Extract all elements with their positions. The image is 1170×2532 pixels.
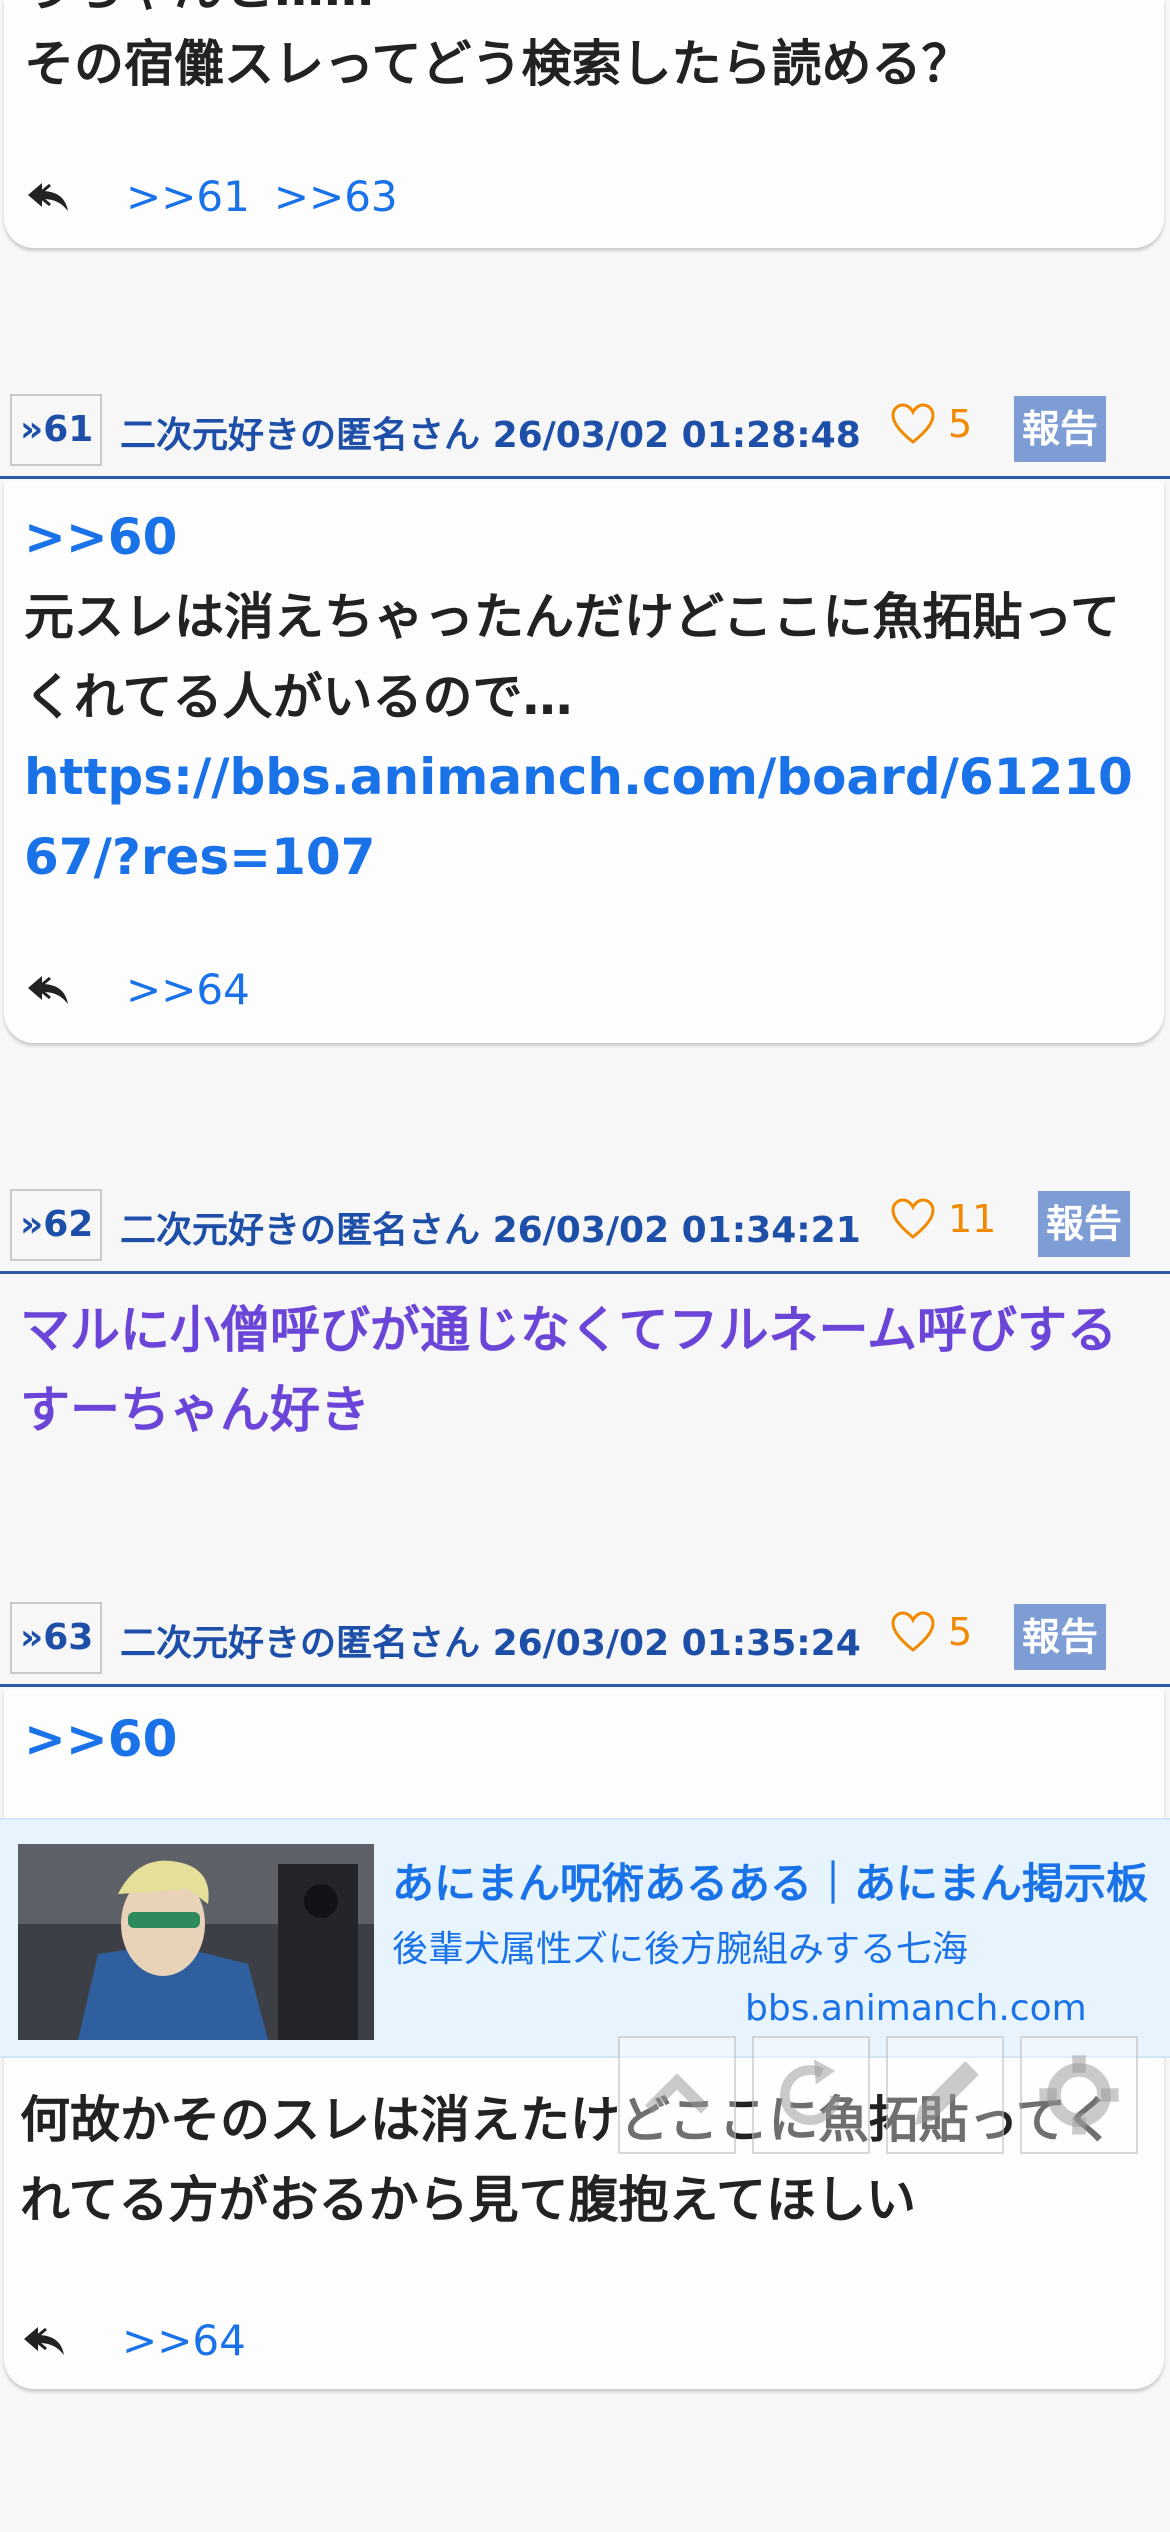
anchor-link[interactable]: >>60 [24,1699,1154,1779]
post-62-header: »62 二次元好きの匿名さん 26/03/02 01:34:21 11 報告 [0,1181,1170,1274]
link-thumbnail [18,1844,374,2040]
post-61-body: 元スレは消えちゃったんだけどここに魚拓貼ってくれてる人がいるので… [24,588,1120,726]
post-datetime: 26/03/02 01:35:24 [492,1623,861,1664]
post-number[interactable]: »62 [10,1189,102,1261]
post-61-replies: >>64 [26,965,274,1014]
heart-icon [891,1198,935,1239]
gear-icon [1039,2055,1119,2135]
reply-link[interactable]: >>63 [274,172,398,221]
like-button[interactable]: 5 [890,402,972,446]
reply-arrow-icon [24,2326,64,2355]
post-63-header: »63 二次元好きの匿名さん 26/03/02 01:35:24 5 報告 [0,1594,1170,1687]
edit-icon [915,2061,979,2125]
post-datetime: 26/03/02 01:34:21 [492,1210,861,1251]
anchor-link[interactable]: >>60 [24,497,1154,577]
poster-name: 二次元好きの匿名さん [120,415,481,456]
poster-name: 二次元好きの匿名さん [120,1623,481,1664]
refresh-button[interactable] [752,2036,870,2154]
settings-button[interactable] [1020,2036,1138,2154]
post-62-body: マルに小僧呼びが通じなくてフルネーム呼びするすーちゃん好き [20,1301,1117,1439]
report-button[interactable]: 報告 [1014,1604,1106,1670]
poster-name: 二次元好きの匿名さん [120,1210,481,1251]
reply-arrow-icon [28,182,68,211]
write-post-button[interactable] [886,2036,1004,2154]
anime-thumbnail-image [18,1844,374,2040]
post-60-replies: >>61 >>63 [26,172,422,221]
reply-link[interactable]: >>61 [126,172,250,221]
post-datetime: 26/03/02 01:28:48 [492,415,861,456]
link-preview-card[interactable]: あにまん呪術あるある｜あにまん掲示板 後輩犬属性ズに後方腕組みする七海 bbs.… [0,1818,1170,2058]
reply-link[interactable]: >>64 [126,965,250,1014]
poster-info: 二次元好きの匿名さん 26/03/02 01:34:21 [120,1201,861,1253]
like-count: 5 [948,1610,973,1654]
like-button[interactable]: 5 [890,1610,972,1654]
heart-icon [891,403,935,444]
report-button[interactable]: 報告 [1038,1191,1130,1257]
poster-info: 二次元好きの匿名さん 26/03/02 01:28:48 [120,406,861,458]
scroll-top-button[interactable] [618,2036,736,2154]
reply-arrow-icon [28,975,68,1004]
link-card-description: 後輩犬属性ズに後方腕組みする七海 [392,1929,969,1970]
refresh-icon [780,2059,840,2125]
post-number[interactable]: »61 [10,394,102,466]
link-card-domain: bbs.animanch.com [745,1988,1087,2029]
like-button[interactable]: 11 [890,1197,996,1241]
like-count: 5 [948,402,973,446]
chevron-up-icon [644,2073,710,2114]
post-61-header: »61 二次元好きの匿名さん 26/03/02 01:28:48 5 報告 [0,386,1170,479]
link-card-title: あにまん呪術あるある｜あにまん掲示板 [392,1859,1149,1908]
like-count: 11 [948,1197,997,1241]
post-60-body: その宿儺スレってどう検索したら読める？ [24,35,972,93]
post-61-card: >>60 元スレは消えちゃったんだけどここに魚拓貼ってくれてる人がいるので… h… [4,481,1164,1043]
post-number[interactable]: »63 [10,1602,102,1674]
post-60-card: うちゃんと…… その宿儺スレってどう検索したら読める？ >>61 >>63 [4,0,1164,248]
poster-info: 二次元好きの匿名さん 26/03/02 01:35:24 [120,1614,861,1666]
heart-icon [891,1611,935,1652]
post-63-replies: >>64 [22,2316,270,2365]
reply-link[interactable]: >>64 [122,2316,246,2365]
external-link[interactable]: https://bbs.animanch.com/board/6121067/?… [24,737,1154,897]
report-button[interactable]: 報告 [1014,396,1106,462]
